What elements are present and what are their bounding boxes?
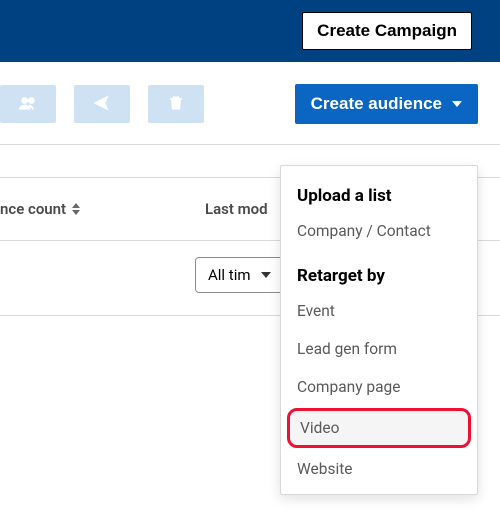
toolbar: Create audience [0,62,500,145]
dropdown-item-company-page[interactable]: Company page [281,368,477,406]
dropdown-item-lead-gen[interactable]: Lead gen form [281,330,477,368]
trash-icon [166,93,186,116]
chevron-down-icon [261,272,271,278]
dropdown-item-video[interactable]: Video [287,408,471,448]
share-icon [92,93,112,116]
share-button[interactable] [74,85,130,123]
dropdown-item-website[interactable]: Website [281,450,477,488]
group-icon [18,93,38,116]
chevron-down-icon [452,101,462,107]
sort-icon [72,203,80,215]
column-header-count[interactable]: nce count [0,178,195,240]
top-bar: Create Campaign [0,0,500,62]
create-audience-dropdown: Upload a list Company / Contact Retarget… [280,165,478,495]
delete-button[interactable] [148,85,204,123]
create-audience-label: Create audience [311,94,442,114]
dropdown-item-event[interactable]: Event [281,292,477,330]
create-campaign-button[interactable]: Create Campaign [302,12,472,50]
column-label: nce count [0,200,66,218]
time-filter-label: All tim [208,266,251,284]
content-area: nce count Last mod All tim Upload a list… [0,177,500,316]
column-header-last-modified[interactable]: Last mod [195,178,278,240]
dropdown-section-retarget: Retarget by [281,258,477,292]
dropdown-section-upload: Upload a list [281,178,477,212]
group-button[interactable] [0,85,56,123]
dropdown-item-company-contact[interactable]: Company / Contact [281,212,477,250]
column-label: Last mod [205,200,268,218]
create-audience-button[interactable]: Create audience [295,84,478,124]
